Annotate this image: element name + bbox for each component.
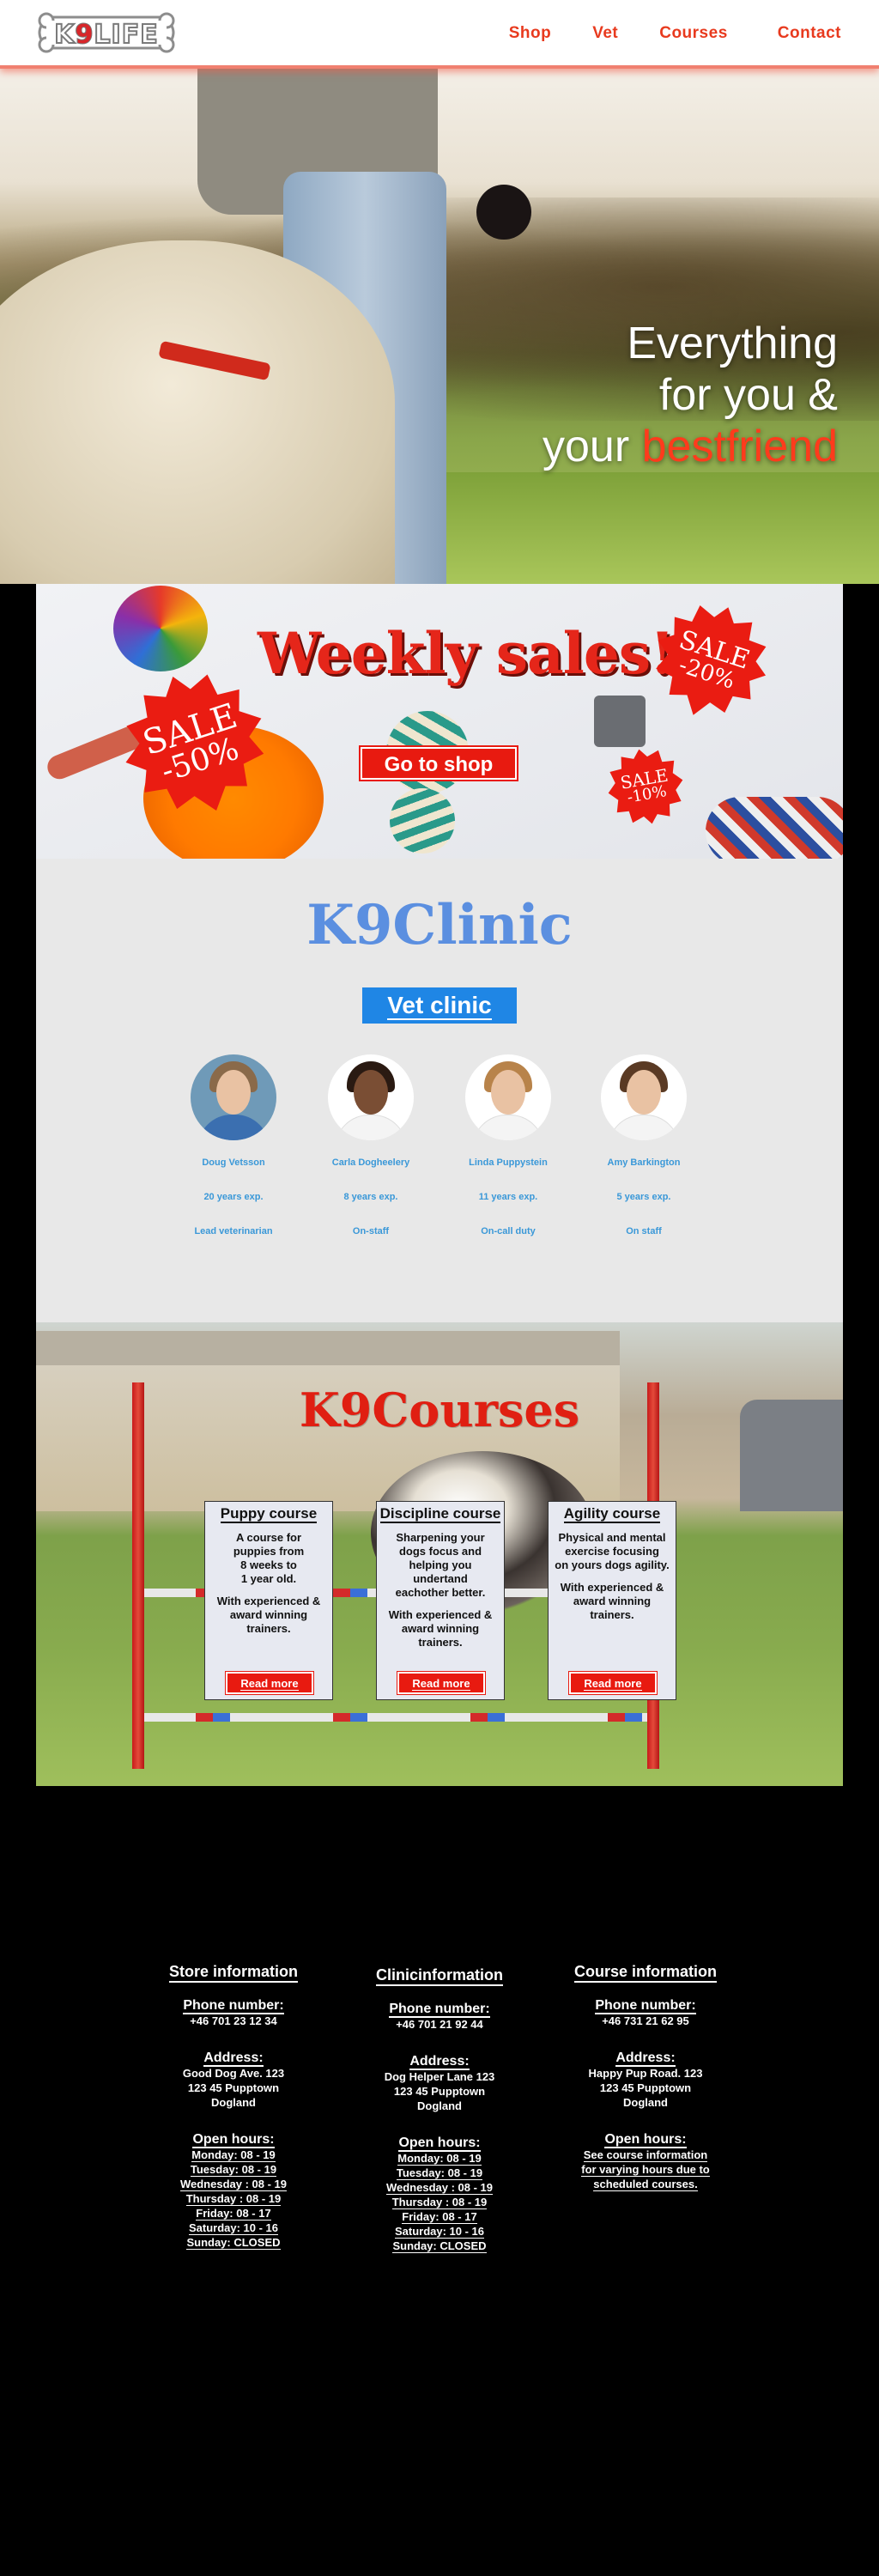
read-more-button[interactable]: Read more xyxy=(569,1672,657,1694)
store-phone-label: Phone number: xyxy=(183,1998,284,2014)
vet-clinic-button-label: Vet clinic xyxy=(387,992,492,1020)
avatar xyxy=(465,1054,551,1140)
avatar xyxy=(328,1054,414,1140)
sale-badge-20: SALE -20% xyxy=(637,587,784,734)
staff-role: On staff xyxy=(626,1226,662,1236)
read-more-button[interactable]: Read more xyxy=(397,1672,485,1694)
rope-toy xyxy=(706,797,843,859)
clinic-hours-label: Open hours: xyxy=(398,2136,481,2152)
store-hours-label: Open hours: xyxy=(192,2132,275,2148)
course-trainers: With experienced & award winning trainers. xyxy=(560,1581,664,1621)
course-info-title: Course information xyxy=(560,1963,731,1983)
go-to-shop-button[interactable]: Go to shop xyxy=(361,747,517,780)
agility-bar xyxy=(144,1713,647,1722)
hero-line-3-prefix: your xyxy=(543,422,642,471)
course-title: Discipline course xyxy=(377,1505,504,1523)
course-title: Puppy course xyxy=(205,1505,332,1523)
weekly-sales-title: Weekly sales! xyxy=(258,620,675,687)
avatar xyxy=(191,1054,276,1140)
course-card-agility: Agility course Physical and mental exerci… xyxy=(548,1501,676,1700)
course-phone-label: Phone number: xyxy=(595,1998,696,2014)
nav-shop-link[interactable]: Shop xyxy=(509,24,552,43)
avatar xyxy=(601,1054,687,1140)
clinic-address: Dog Helper Lane 123 123 45 Pupptown Doglan… xyxy=(384,2070,495,2112)
course-trainers: With experienced & award winning trainers. xyxy=(216,1595,321,1635)
clinic-phone[interactable]: +46 701 21 92 44 xyxy=(354,2017,525,2032)
staff-experience: 8 years exp. xyxy=(343,1192,398,1202)
hero-accent-word: bestfriend xyxy=(641,422,838,471)
k9courses-section: K9Courses Puppy course A course for puppi… xyxy=(36,1322,843,1786)
staff-experience: 11 years exp. xyxy=(478,1192,538,1202)
staff-card: Doug Vetsson 20 years exp. Lead veterina… xyxy=(173,1054,294,1236)
clinic-hours: Monday: 08 - 19 Tuesday: 08 - 19 Wednesday… xyxy=(385,2152,494,2253)
course-description: Sharpening your dogs focus and helping you… xyxy=(395,1531,486,1599)
courses-title: K9Courses xyxy=(299,1382,580,1437)
svg-text:9: 9 xyxy=(76,20,94,50)
read-more-button[interactable]: Read more xyxy=(226,1672,313,1694)
striped-ball-toy xyxy=(390,788,455,854)
clinic-info: Clinicinformation Phone number: +46 701 … xyxy=(354,1966,525,2253)
staff-card: Carla Dogheelery 8 years exp. On-staff xyxy=(311,1054,431,1236)
staff-experience: 5 years exp. xyxy=(616,1192,671,1202)
hero-tagline: Everything for you & your bestfriend xyxy=(543,318,838,472)
vet-clinic-button[interactable]: Vet clinic xyxy=(362,987,517,1024)
nav-contact-link[interactable]: Contact xyxy=(778,24,841,43)
clinic-info-title: Clinicinformation xyxy=(354,1966,525,1986)
staff-card: Amy Barkington 5 years exp. On staff xyxy=(584,1054,704,1236)
hero-line-2: for you & xyxy=(658,370,838,420)
staff-experience: 20 years exp. xyxy=(203,1192,264,1202)
staff-name: Linda Puppystein xyxy=(469,1157,548,1168)
course-hours: See course information for varying hours … xyxy=(581,2148,710,2191)
course-description: Physical and mental exercise focusing on y… xyxy=(555,1531,670,1571)
staff-name: Carla Dogheelery xyxy=(331,1157,410,1168)
course-card-puppy: Puppy course A course for puppies from 8 w… xyxy=(204,1501,333,1700)
agility-pole-left xyxy=(132,1382,144,1769)
course-phone[interactable]: +46 731 21 62 95 xyxy=(560,2014,731,2028)
hero-line-3: your bestfriend xyxy=(543,421,838,472)
course-card-discipline: Discipline course Sharpening your dogs fo… xyxy=(376,1501,505,1700)
nav-courses-link[interactable]: Courses xyxy=(659,24,728,43)
store-address-label: Address: xyxy=(203,2050,264,2067)
course-description: A course for puppies from 8 weeks to 1 year… xyxy=(233,1531,305,1585)
clinic-title: K9Clinic xyxy=(306,893,573,957)
k9life-logo[interactable]: K9LIFE 9 xyxy=(38,10,175,55)
hero-dog xyxy=(0,240,395,584)
course-title-text: Discipline course xyxy=(379,1505,501,1523)
store-info: Store information Phone number: +46 701 … xyxy=(148,1963,319,2250)
clinic-phone-label: Phone number: xyxy=(389,2002,490,2018)
course-address-label: Address: xyxy=(615,2050,676,2067)
staff-role: On-call duty xyxy=(481,1226,536,1236)
brush-toy xyxy=(594,696,646,747)
hero-ball xyxy=(476,185,531,240)
sale-badge-10: SALE -10% xyxy=(600,741,692,833)
store-address: Good Dog Ave. 123 123 45 Pupptown Dogland xyxy=(182,2067,285,2109)
course-title-text: Agility course xyxy=(563,1505,661,1523)
staff-role: Lead veterinarian xyxy=(194,1226,273,1236)
hero-line-1: Everything xyxy=(627,319,838,368)
clinic-address-label: Address: xyxy=(409,2054,470,2070)
footer: Store information Phone number: +46 701 … xyxy=(0,1786,879,2576)
staff-card: Linda Puppystein 11 years exp. On-call d… xyxy=(448,1054,568,1236)
weekly-sales-banner: Weekly sales! SALE -50% SALE -20% SALE -… xyxy=(36,584,843,859)
course-address: Happy Pup Road. 123 123 45 Pupptown Doglan… xyxy=(588,2067,703,2109)
nav-vet-link[interactable]: Vet xyxy=(592,24,618,43)
course-title: Agility course xyxy=(549,1505,676,1523)
store-info-title: Store information xyxy=(148,1963,319,1983)
knot-ball-toy xyxy=(113,586,208,671)
course-hours-label: Open hours: xyxy=(604,2132,687,2148)
top-nav: K9LIFE 9 Shop Vet Courses Contact xyxy=(0,0,879,69)
svg-text:K9LIFE: K9LIFE xyxy=(54,20,158,50)
store-hours: Monday: 08 - 19 Tuesday: 08 - 19 Wednesday… xyxy=(179,2148,288,2250)
course-title-text: Puppy course xyxy=(220,1505,318,1523)
staff-name: Doug Vetsson xyxy=(202,1157,265,1168)
k9clinic-section: K9Clinic Vet clinic Doug Vetsson 20 year… xyxy=(36,859,843,1322)
staff-name: Amy Barkington xyxy=(607,1157,681,1168)
course-info: Course information Phone number: +46 731… xyxy=(560,1963,731,2191)
hero-banner: Everything for you & your bestfriend xyxy=(0,69,879,584)
nav-links: Shop Vet Courses Contact xyxy=(509,24,841,43)
staff-role: On-staff xyxy=(352,1226,390,1236)
store-phone[interactable]: +46 701 23 12 34 xyxy=(148,2014,319,2028)
course-trainers: With experienced & award winning trainers. xyxy=(388,1608,493,1649)
